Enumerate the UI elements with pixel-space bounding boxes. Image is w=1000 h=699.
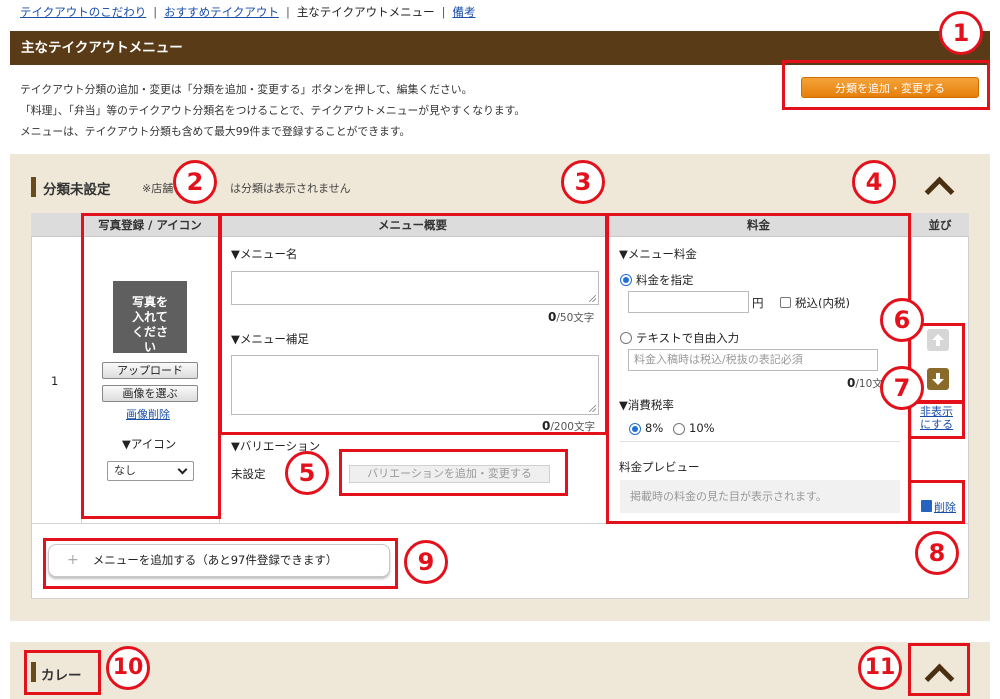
annotation-box-4 [606,213,911,524]
annotation-badge-8: 8 [915,531,959,575]
breadcrumb-separator: | [153,5,158,19]
annotation-badge-2: 2 [173,160,217,204]
annotation-badge-5: 5 [285,451,329,495]
annotation-badge-4: 4 [852,160,896,204]
breadcrumb-link-biko[interactable]: 備考 [452,5,475,19]
annotation-box-1 [782,60,990,110]
column-header-order: 並び [928,218,952,232]
section-title-marker [31,177,36,197]
annotation-box-5 [339,449,568,496]
breadcrumb-link-kodawari[interactable]: テイクアウトのこだわり [20,5,146,19]
annotation-badge-10: 10 [106,646,150,690]
annotation-badge-1: 1 [939,11,983,55]
intro-line-2: 「料理」、「弁当」等のテイクアウト分類名をつけることで、テイクアウトメニューが見… [20,104,526,117]
annotation-badge-11: 11 [858,646,902,690]
annotation-box-11 [908,643,970,696]
section-note-prefix: ※店舗 [142,182,174,195]
annotation-badge-7: 7 [880,366,924,410]
intro-line-1: テイクアウト分類の追加・変更は「分類を追加・変更する」ボタンを押して、編集くださ… [20,83,473,96]
annotation-badge-3: 3 [561,160,605,204]
section-note-suffix: は分類は表示されません [230,182,351,195]
annotation-box-2 [81,213,221,519]
breadcrumb-current: 主なテイクアウトメニュー [296,5,435,19]
row-number: 1 [51,374,59,388]
breadcrumb-separator: | [441,5,446,19]
annotation-box-9 [43,538,398,589]
collapse-chevron-icon[interactable] [922,175,956,195]
breadcrumb-link-osusume[interactable]: おすすめテイクアウト [164,5,279,19]
annotation-box-7 [908,401,965,439]
annotation-badge-6: 6 [880,298,924,342]
section-title: 分類未設定 [43,182,111,198]
annotation-badge-9: 9 [404,540,448,584]
annotation-box-3 [219,213,608,435]
breadcrumb: テイクアウトのこだわり | おすすめテイクアウト | 主なテイクアウトメニュー | 備考 [20,4,475,20]
category-section-curry [10,642,990,699]
intro-text: テイクアウト分類の追加・変更は「分類を追加・変更する」ボタンを押して、編集くださ… [20,79,525,142]
intro-line-3: メニューは、テイクアウト分類も含めて最大99件まで登録することができます。 [20,125,411,138]
variation-value: 未設定 [231,467,266,481]
breadcrumb-separator: | [285,5,290,19]
annotation-box-10 [24,650,101,695]
annotation-box-8 [908,480,965,524]
